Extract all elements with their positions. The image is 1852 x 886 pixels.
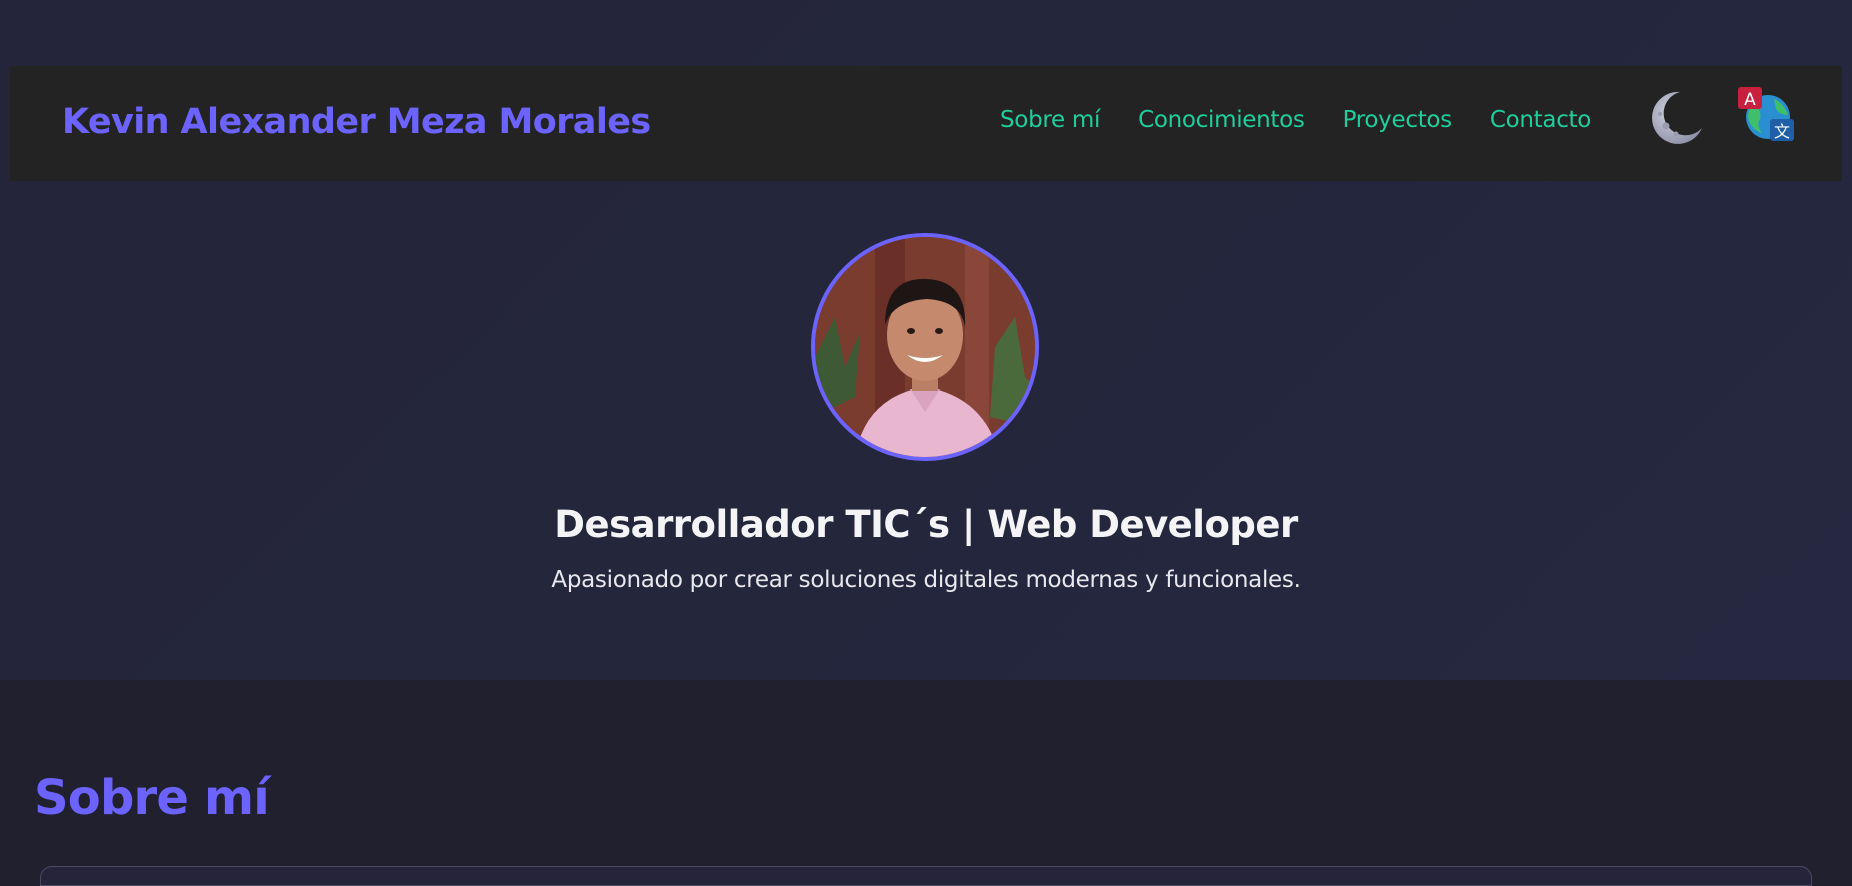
nav-links: Sobre mí Conocimientos Proyectos Contact… [1000, 100, 1591, 140]
navbar: Kevin Alexander Meza Morales Sobre mí Co… [10, 66, 1842, 181]
brand-name[interactable]: Kevin Alexander Meza Morales [62, 102, 651, 142]
nav-link-contacto[interactable]: Contacto [1490, 107, 1591, 133]
nav-link-conocimientos[interactable]: Conocimientos [1138, 107, 1305, 133]
moon-icon[interactable] [1646, 86, 1706, 146]
translate-icon[interactable]: A 文 [1736, 85, 1796, 145]
avatar [811, 233, 1039, 461]
about-card [40, 866, 1812, 886]
section-title-sobre-mi: Sobre mí [34, 770, 270, 826]
nav-link-proyectos[interactable]: Proyectos [1343, 107, 1453, 133]
translate-icon-letter-a: A [1744, 90, 1756, 110]
hero-headline: Desarrollador TIC´s | Web Developer [554, 503, 1298, 546]
translate-icon-letter-zh: 文 [1774, 122, 1790, 141]
nav-link-sobre-mi[interactable]: Sobre mí [1000, 107, 1100, 133]
hero-tagline: Apasionado por crear soluciones digitale… [551, 567, 1301, 593]
